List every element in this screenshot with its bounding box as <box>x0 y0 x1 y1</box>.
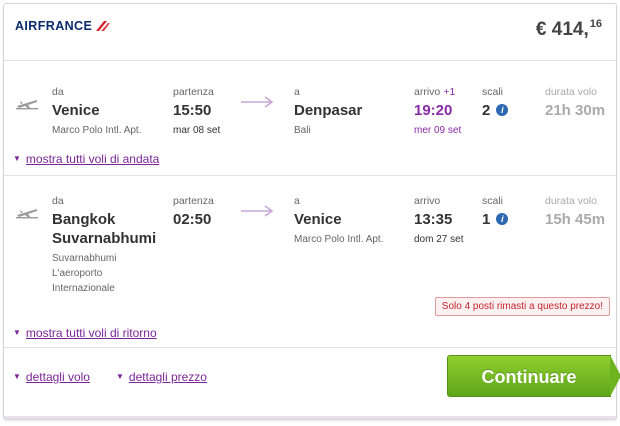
next-day-badge: +1 <box>443 86 456 98</box>
from-label: da <box>52 86 64 98</box>
arrival-label-text: arrivo <box>414 86 441 98</box>
show-all-outbound-link[interactable]: ▼ mostra tutti voli di andata <box>13 152 159 166</box>
price-details-link[interactable]: ▼ dettagli prezzo <box>116 370 207 384</box>
seats-left-warning: Solo 4 posti rimasti a questo prezzo! <box>434 297 610 316</box>
airline-swoosh-icon <box>96 21 111 31</box>
duration-label: durata volo <box>545 86 597 98</box>
arrival-label: arrivo <box>414 195 441 207</box>
origin-city: Venice <box>52 102 100 119</box>
duration-label: durata volo <box>545 195 597 207</box>
return-duration: durata volo 15h 45m <box>545 195 605 229</box>
caret-down-icon: ▼ <box>116 372 124 381</box>
departure-time: 15:50 <box>173 102 212 119</box>
caret-down-icon: ▼ <box>13 328 21 337</box>
departure-label: partenza <box>173 86 214 98</box>
destination-city: Venice <box>294 211 342 228</box>
divider <box>4 347 616 348</box>
return-origin: da Bangkok Suvarnabhumi Suvarnabhumi L'a… <box>52 195 170 296</box>
origin-airport-line: Suvarnabhumi <box>52 253 117 264</box>
continue-button[interactable]: Continuare <box>447 355 620 397</box>
outbound-arrival: arrivo +1 19:20 mer 09 set <box>414 86 461 138</box>
link-text: dettagli prezzo <box>128 370 207 384</box>
duration-value: 15h 45m <box>545 211 606 228</box>
return-stops: scali 1i <box>482 195 509 229</box>
from-label: da <box>52 195 64 207</box>
arrival-label: arrivo +1 <box>414 86 461 98</box>
price-cents: 16 <box>589 18 602 30</box>
return-destination: a Venice Marco Polo Intl. Apt. <box>294 195 384 247</box>
divider <box>4 60 616 61</box>
price-main: € 414, <box>535 19 589 40</box>
arrival-time: 13:35 <box>414 211 453 228</box>
destination-airport: Marco Polo Intl. Apt. <box>294 234 384 245</box>
flight-offer-card: AIRFRANCE € 414,16 da Venice Marco Polo … <box>3 3 620 420</box>
return-departure: partenza 02:50 <box>173 195 214 229</box>
origin-airport-line: Internazionale <box>52 283 115 294</box>
origin-airport-line: L'aeroporto <box>52 268 103 279</box>
origin-city: Bangkok Suvarnabhumi <box>52 211 157 247</box>
origin-airport: Marco Polo Intl. Apt. <box>52 125 142 136</box>
caret-down-icon: ▼ <box>13 154 21 163</box>
arrival-time: 19:20 <box>414 102 453 119</box>
arrival-date: dom 27 set <box>414 234 464 245</box>
show-all-return-link[interactable]: ▼ mostra tutti voli di ritorno <box>13 326 157 340</box>
arrow-right-icon <box>241 205 274 217</box>
info-icon[interactable]: i <box>496 104 509 116</box>
destination-city: Denpasar <box>294 102 363 119</box>
outbound-origin: da Venice Marco Polo Intl. Apt. <box>52 86 142 138</box>
link-text: mostra tutti voli di andata <box>25 152 160 166</box>
return-arrival: arrivo 13:35 dom 27 set <box>414 195 463 247</box>
total-price: € 414,16 <box>536 18 602 41</box>
airline-name: AIRFRANCE <box>15 19 93 33</box>
stops-label: scali <box>482 86 504 98</box>
info-icon[interactable]: i <box>496 213 509 225</box>
stops-count: 2 <box>482 102 491 119</box>
outbound-stops: scali 2i <box>482 86 509 120</box>
divider <box>4 175 616 176</box>
offer-header: AIRFRANCE € 414,16 <box>4 4 616 60</box>
departure-label: partenza <box>173 195 214 207</box>
flight-details-link[interactable]: ▼ dettagli volo <box>13 370 90 384</box>
stops-value: 1i <box>482 210 509 229</box>
plane-icon <box>16 209 38 219</box>
arrow-right-icon <box>241 96 274 108</box>
to-label: a <box>294 86 300 98</box>
departure-date: mar 08 set <box>173 125 221 136</box>
stops-count: 1 <box>482 211 491 228</box>
origin-airport: Suvarnabhumi L'aeroporto Internazionale <box>52 251 170 296</box>
stops-label: scali <box>482 195 504 207</box>
outbound-destination: a Denpasar Bali <box>294 86 362 138</box>
stops-value: 2i <box>482 101 509 120</box>
duration-value: 21h 30m <box>545 102 606 119</box>
link-text: mostra tutti voli di ritorno <box>25 326 157 340</box>
link-text: dettagli volo <box>25 370 90 384</box>
card-bottom-border <box>4 416 616 419</box>
departure-time: 02:50 <box>173 211 212 228</box>
airline-logo: AIRFRANCE <box>15 19 111 33</box>
arrival-date: mer 09 set <box>414 125 462 136</box>
outbound-duration: durata volo 21h 30m <box>545 86 605 120</box>
destination-airport: Bali <box>294 125 311 136</box>
outbound-departure: partenza 15:50 mar 08 set <box>173 86 220 138</box>
to-label: a <box>294 195 300 207</box>
caret-down-icon: ▼ <box>13 372 21 381</box>
plane-icon <box>16 100 38 110</box>
